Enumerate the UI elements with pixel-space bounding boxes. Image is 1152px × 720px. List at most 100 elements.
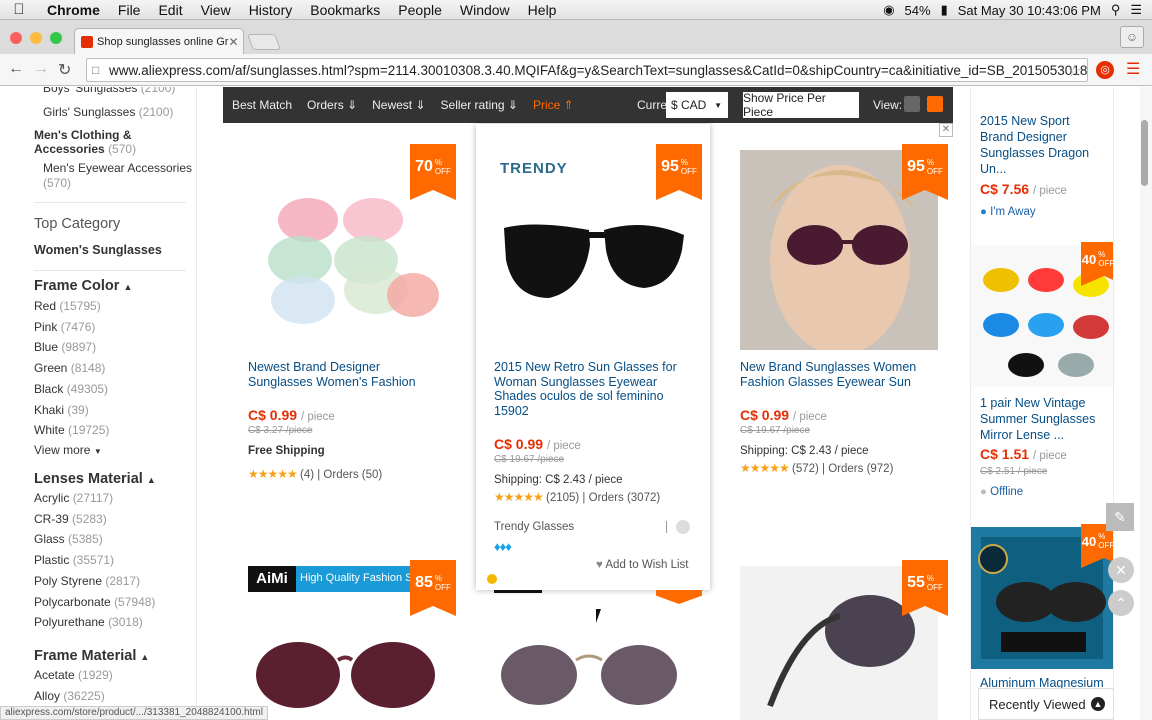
filter-lens-item[interactable]: Poly Styrene (2817) <box>34 574 140 588</box>
extension-icon[interactable]: ◎ <box>1096 61 1114 79</box>
browser-toolbar: ← → ↻ □ www.aliexpress.com/af/sunglasses… <box>0 54 1152 86</box>
view-more-link[interactable]: View more ▼ <box>34 443 102 457</box>
apple-icon[interactable]:  <box>0 1 38 18</box>
profile-icon[interactable]: ☺ <box>1120 26 1144 48</box>
sidebar-cat-boys[interactable]: Boys' Sunglasses (2100) <box>43 87 175 95</box>
caret-up-icon: ▲ <box>123 282 133 292</box>
close-float-icon[interactable]: ✕ <box>1108 557 1134 583</box>
filter-lens-item[interactable]: Glass (5385) <box>34 532 103 546</box>
rec-title[interactable]: 2015 New Sport Brand Designer Sunglasses… <box>980 113 1105 177</box>
sidebar-cat-mens-clothing-2[interactable]: Accessories (570) <box>34 142 136 156</box>
address-bar[interactable]: □ www.aliexpress.com/af/sunglasses.html?… <box>86 58 1088 82</box>
rating-text[interactable]: (2105) | Orders (3072) <box>546 492 660 504</box>
menu-help[interactable]: Help <box>519 2 566 18</box>
list-view-icon[interactable] <box>904 96 920 112</box>
banner-logo: AiMi <box>248 566 296 592</box>
spotlight-icon[interactable]: ⚲ <box>1111 2 1121 18</box>
filter-color-item[interactable]: Khaki (39) <box>34 403 89 417</box>
clock[interactable]: Sat May 30 10:43:06 PM <box>958 3 1101 18</box>
back-to-top-icon[interactable]: ⌃ <box>1108 590 1134 616</box>
add-to-wishlist-button[interactable]: ♥ Add to Wish List <box>596 559 688 571</box>
menu-people[interactable]: People <box>389 2 451 18</box>
sidebar-cat-mens-clothing[interactable]: Men's Clothing & <box>34 128 132 142</box>
scrollbar-thumb[interactable] <box>1141 120 1148 186</box>
frame-material-heading[interactable]: Frame Material ▲ <box>34 648 149 664</box>
menu-file[interactable]: File <box>109 2 150 18</box>
product-title[interactable]: 2015 New Retro Sun Glasses for Woman Sun… <box>494 360 690 418</box>
grid-view-icon[interactable] <box>927 96 943 112</box>
sort-newest[interactable]: Newest ⇓ <box>372 98 425 112</box>
filter-color-item[interactable]: Green (8148) <box>34 361 105 375</box>
currency-select[interactable]: $ CAD ▼ <box>666 92 728 118</box>
edit-icon[interactable]: ✎ <box>1106 503 1134 531</box>
menu-history[interactable]: History <box>240 2 302 18</box>
rec-title[interactable]: 1 pair New Vintage Summer Sunglasses Mir… <box>980 395 1105 443</box>
sort-label: Price <box>532 98 561 112</box>
discount-badge: 55% OFF <box>902 560 948 616</box>
wishlist-label: Add to Wish List <box>605 559 689 571</box>
store-name[interactable]: Trendy Glasses <box>494 521 574 533</box>
sidebar-cat-mens-eyewear[interactable]: Men's Eyewear Accessories <box>43 161 192 175</box>
menu-bookmarks[interactable]: Bookmarks <box>301 2 389 18</box>
badge-value: 70 <box>415 158 433 175</box>
view-more-label: View more <box>34 443 91 457</box>
menu-edit[interactable]: Edit <box>149 2 191 18</box>
sidebar-cat-womens[interactable]: Women's Sunglasses <box>34 243 162 257</box>
reload-icon[interactable]: ↻ <box>58 60 71 80</box>
heading-label: Frame Material <box>34 648 137 664</box>
filter-color-item[interactable]: Pink (7476) <box>34 320 95 334</box>
menu-window[interactable]: Window <box>451 2 519 18</box>
price-per-piece-button[interactable]: Show Price Per Piece <box>743 91 859 119</box>
filter-color-item[interactable]: White (19725) <box>34 423 109 437</box>
forward-icon[interactable]: → <box>33 60 49 78</box>
rating-text[interactable]: (572) | Orders (972) <box>792 463 893 475</box>
tab-close-icon[interactable]: ✕ <box>228 35 238 49</box>
wifi-icon[interactable]: ◉ <box>883 2 894 18</box>
rating-text[interactable]: (4) | Orders (50) <box>300 469 382 481</box>
battery-icon[interactable]: ▮ <box>941 2 948 18</box>
price-unit: / piece <box>1032 185 1067 197</box>
browser-tab[interactable]: Shop sunglasses online Gr ✕ <box>74 28 244 54</box>
filter-lens-item[interactable]: Polyurethane (3018) <box>34 615 143 629</box>
menu-view[interactable]: View <box>192 2 240 18</box>
seller-status[interactable]: ● I'm Away <box>980 206 1036 218</box>
window-zoom-button[interactable] <box>50 32 62 44</box>
filter-lens-item[interactable]: Plastic (35571) <box>34 553 114 567</box>
back-icon[interactable]: ← <box>8 60 24 78</box>
sort-orders[interactable]: Orders ⇓ <box>307 98 357 112</box>
sort-best-match[interactable]: Best Match <box>232 98 292 112</box>
filter-lens-item[interactable]: Acrylic (27117) <box>34 491 113 505</box>
filter-color-item[interactable]: Red (15795) <box>34 299 101 313</box>
filter-frame-item[interactable]: Acetate (1929) <box>34 668 113 682</box>
product-price: C$ 0.99 / piece <box>248 407 335 423</box>
chat-status-icon[interactable] <box>676 520 690 534</box>
close-icon[interactable]: ✕ <box>939 123 953 137</box>
sort-price[interactable]: Price ⇑ <box>533 98 574 112</box>
chrome-menu-icon[interactable]: ☰ <box>1126 59 1140 79</box>
frame-color-heading[interactable]: Frame Color ▲ <box>34 278 132 294</box>
window-minimize-button[interactable] <box>30 32 42 44</box>
product-price: C$ 0.99 / piece <box>740 407 827 423</box>
filter-color-item[interactable]: Black (49305) <box>34 382 108 396</box>
product-image[interactable] <box>494 620 692 720</box>
notification-center-icon[interactable]: ☰ <box>1130 2 1142 18</box>
chevron-up-icon[interactable]: ▲ <box>1091 697 1105 711</box>
sort-seller-rating[interactable]: Seller rating ⇓ <box>441 98 518 112</box>
filter-lens-item[interactable]: Polycarbonate (57948) <box>34 595 155 609</box>
sidebar-cat-girls[interactable]: Girls' Sunglasses (2100) <box>43 105 173 119</box>
product-title[interactable]: Newest Brand Designer Sunglasses Women's… <box>248 360 448 389</box>
bookmark-star-icon[interactable]: ☆ <box>1068 61 1082 81</box>
page-info-icon[interactable]: □ <box>92 63 99 77</box>
new-tab-button[interactable] <box>247 34 281 50</box>
lenses-material-heading[interactable]: Lenses Material ▲ <box>34 471 156 487</box>
seller-status[interactable]: ● Offline <box>980 486 1023 498</box>
recently-viewed-bar[interactable]: Recently Viewed ▲ <box>978 688 1114 720</box>
menu-app[interactable]: Chrome <box>38 2 109 18</box>
product-image[interactable] <box>248 620 446 720</box>
filter-color-item[interactable]: Blue (9897) <box>34 340 96 354</box>
filter-frame-item[interactable]: Alloy (36225) <box>34 689 105 703</box>
filter-lens-item[interactable]: CR-39 (5283) <box>34 512 107 526</box>
product-title[interactable]: New Brand Sunglasses Women Fashion Glass… <box>740 360 940 389</box>
window-close-button[interactable] <box>10 32 22 44</box>
divider <box>34 270 186 271</box>
